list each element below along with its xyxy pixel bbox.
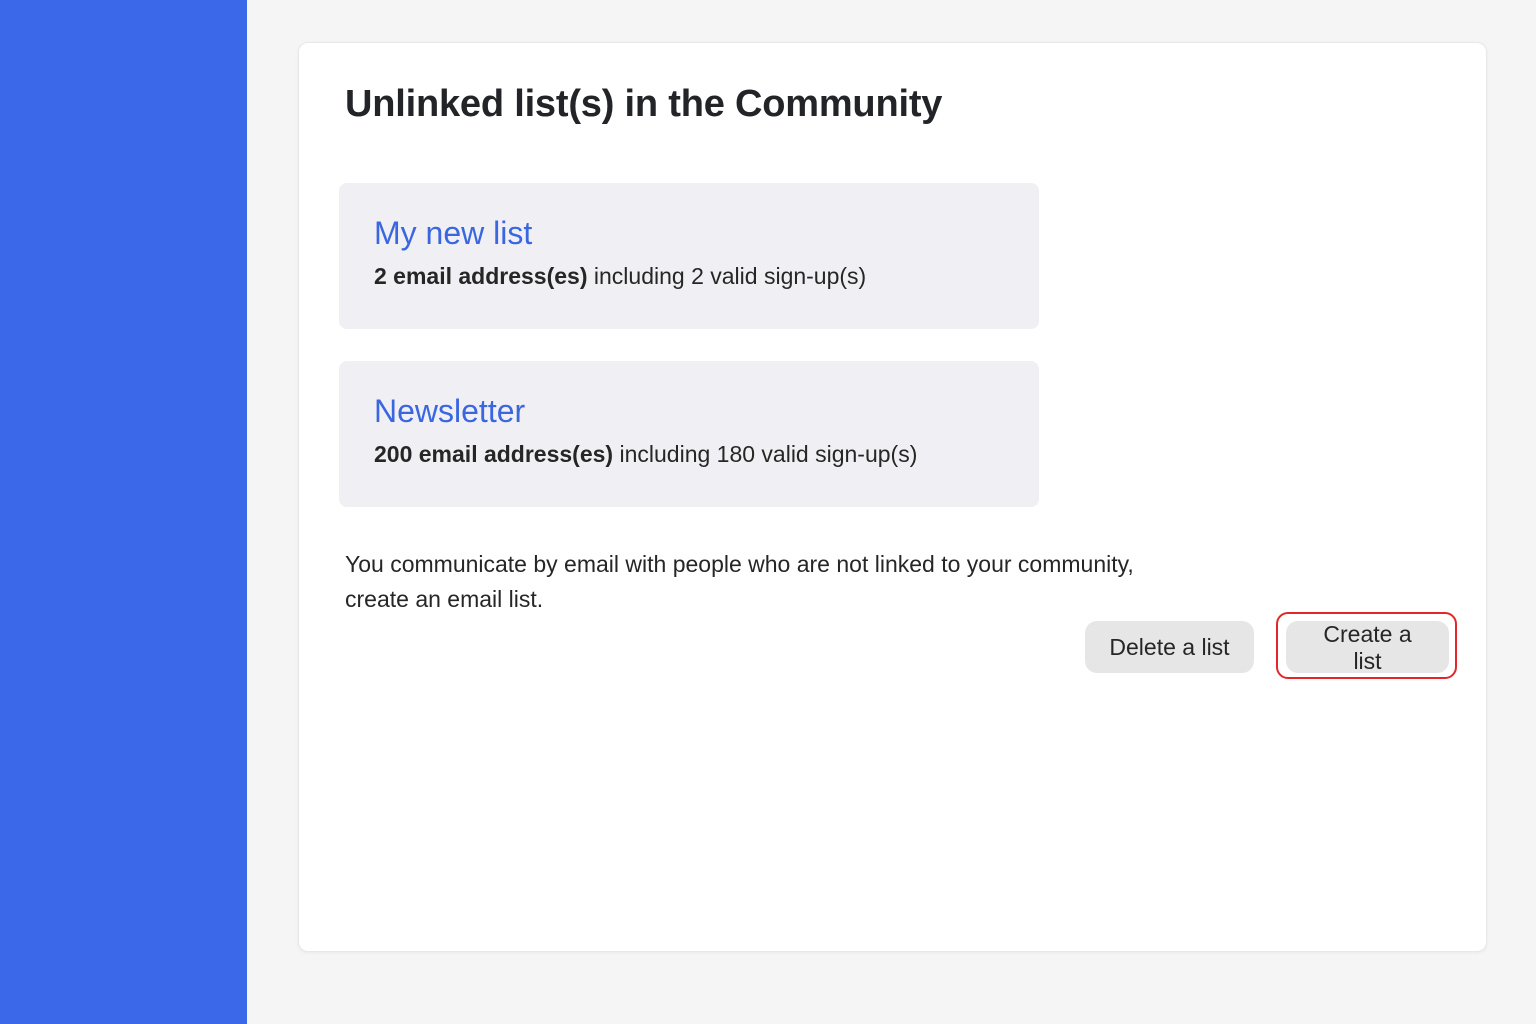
list-meta: 2 email address(es) including 2 valid si… [374, 261, 1004, 291]
list-email-count: 2 email address(es) [374, 263, 588, 289]
info-text-line-1: You communicate by email with people who… [345, 551, 1134, 577]
list-signup-detail: including 2 valid sign-up(s) [587, 263, 867, 289]
list-name-link[interactable]: Newsletter [374, 391, 1004, 431]
create-list-button[interactable]: Create a list [1286, 621, 1449, 674]
list-card: My new list 2 email address(es) includin… [339, 183, 1039, 329]
main-panel: Unlinked list(s) in the Community My new… [298, 42, 1487, 952]
list-meta: 200 email address(es) including 180 vali… [374, 439, 1004, 469]
list-email-count: 200 email address(es) [374, 441, 614, 467]
list-card: Newsletter 200 email address(es) includi… [339, 361, 1039, 507]
info-text: You communicate by email with people who… [345, 547, 1185, 617]
list-name-link[interactable]: My new list [374, 213, 1004, 253]
page-title: Unlinked list(s) in the Community [345, 83, 943, 125]
list-signup-detail: including 180 valid sign-up(s) [613, 441, 918, 467]
delete-list-button[interactable]: Delete a list [1085, 621, 1254, 673]
info-text-line-2: create an email list. [345, 586, 544, 612]
sidebar [0, 0, 247, 1024]
